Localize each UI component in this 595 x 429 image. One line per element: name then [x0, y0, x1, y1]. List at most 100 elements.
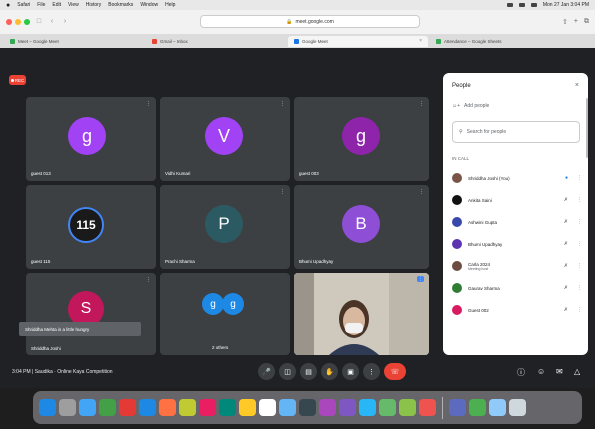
participant-tile[interactable]: B ⋮ Bhumi Upadhyay	[294, 185, 429, 269]
participant-tile[interactable]: P ⋮ Prachi Sharma	[160, 185, 290, 269]
dock-app-icon[interactable]	[419, 399, 436, 416]
menu-item-edit[interactable]: Edit	[52, 2, 61, 8]
menu-item-bookmarks[interactable]: Bookmarks	[108, 2, 133, 8]
participant-tile[interactable]: g ⋮ guest 013	[26, 97, 156, 181]
dock-app-icon[interactable]	[449, 399, 466, 416]
dock-app-icon[interactable]	[359, 399, 376, 416]
dock-app-icon[interactable]	[509, 399, 526, 416]
more-options-icon[interactable]: ⋮	[146, 277, 151, 283]
forward-icon[interactable]: ›	[61, 18, 69, 26]
add-people-button[interactable]: ☺+ Add people	[452, 103, 489, 109]
more-options-icon[interactable]: ⋮	[146, 101, 151, 107]
minimize-window-button[interactable]	[15, 19, 21, 25]
dock-app-icon[interactable]	[319, 399, 336, 416]
more-options-icon[interactable]: ⋮	[577, 307, 582, 313]
participant-row[interactable]: Ashwini Gupta ✗ ⋮	[452, 215, 582, 229]
close-window-button[interactable]	[6, 19, 12, 25]
activities-icon[interactable]: △	[574, 367, 580, 376]
participant-name: Bhumi Upadhyay	[299, 259, 334, 264]
menu-item-view[interactable]: View	[68, 2, 79, 8]
mic-off-icon: ✗	[563, 241, 568, 247]
dock-app-icon[interactable]	[489, 399, 506, 416]
dock-app-icon[interactable]	[279, 399, 296, 416]
more-options-icon[interactable]: ⋮	[419, 189, 424, 195]
dock-app-icon[interactable]	[239, 399, 256, 416]
close-tab-icon[interactable]: ×	[419, 38, 422, 44]
tab-overview-icon[interactable]: ⧉	[584, 18, 589, 26]
others-tile[interactable]: g g 2 others	[160, 273, 290, 355]
sidebar-icon[interactable]: □	[35, 18, 43, 26]
more-options-icon[interactable]: ⋮	[577, 197, 582, 203]
search-icon[interactable]	[530, 3, 537, 7]
more-options-button[interactable]: ⋮	[363, 363, 380, 380]
participant-row[interactable]: Bhumi Upadhyay ✗ ⋮	[452, 237, 582, 251]
close-icon[interactable]: ×	[575, 82, 579, 89]
dock-app-icon[interactable]	[219, 399, 236, 416]
more-options-icon[interactable]: ⋮	[577, 263, 582, 269]
participant-row[interactable]: Ankita Saini ✗ ⋮	[452, 193, 582, 207]
menu-item-file[interactable]: File	[37, 2, 45, 8]
more-options-icon[interactable]: ⋮	[280, 189, 285, 195]
menu-item-history[interactable]: History	[86, 2, 102, 8]
dock-app-icon[interactable]	[159, 399, 176, 416]
tab-3[interactable]: Attendance – Google Sheets	[430, 36, 580, 47]
dock-app-icon[interactable]	[339, 399, 356, 416]
dock-app-icon[interactable]	[119, 399, 136, 416]
dock-app-icon[interactable]	[259, 399, 276, 416]
raise-hand-button[interactable]: ✋	[321, 363, 338, 380]
dock-app-icon[interactable]	[379, 399, 396, 416]
participant-row[interactable]: Carla 2024 Meeting host ✗ ⋮	[452, 259, 582, 273]
menu-item-help[interactable]: Help	[165, 2, 175, 8]
chat-icon[interactable]: ✉	[556, 367, 563, 376]
mic-button[interactable]: 🎤	[258, 363, 275, 380]
camera-button[interactable]: ◫	[279, 363, 296, 380]
tab-1[interactable]: Gmail – Inbox	[146, 36, 286, 47]
present-button[interactable]: ▣	[342, 363, 359, 380]
search-people-input[interactable]: ⚲ Search for people	[452, 121, 580, 143]
more-options-icon[interactable]: ⋮	[419, 101, 424, 107]
more-options-icon[interactable]: ⋮	[577, 241, 582, 247]
apple-icon[interactable]: ●	[6, 2, 10, 9]
address-bar[interactable]: 🔒 meet.google.com	[200, 15, 420, 28]
more-options-icon[interactable]: ⋮	[577, 285, 582, 291]
dock-app-icon[interactable]	[59, 399, 76, 416]
more-options-icon[interactable]: ⋮	[280, 101, 285, 107]
participant-row[interactable]: Gaurav Sharma ✗ ⋮	[452, 281, 582, 295]
pin-icon[interactable]: ⋮	[417, 276, 424, 282]
macos-menubar: ● Safari File Edit View History Bookmark…	[0, 0, 595, 10]
participant-row[interactable]: Shriddha Joshi (You) ● ⋮	[452, 171, 582, 185]
new-tab-icon[interactable]: +	[574, 18, 578, 26]
info-icon[interactable]: ⓘ	[517, 367, 525, 378]
dock-app-icon[interactable]	[299, 399, 316, 416]
menubar-clock[interactable]: Mon 27 Jan 3:04 PM	[543, 2, 589, 8]
end-call-button[interactable]: ☏	[384, 363, 406, 380]
self-video-tile[interactable]: ⋮	[294, 273, 429, 355]
dock-app-icon[interactable]	[469, 399, 486, 416]
participant-tile[interactable]: S ⋮ Shriddha Joshi	[26, 273, 156, 355]
participant-tile[interactable]: g ⋮ guest 003	[294, 97, 429, 181]
people-icon[interactable]: ☺	[537, 367, 545, 376]
dock-app-icon[interactable]	[139, 399, 156, 416]
tab-0[interactable]: Meet – Google Meet	[4, 36, 144, 47]
wifi-icon[interactable]	[518, 3, 525, 7]
battery-icon[interactable]	[506, 3, 513, 7]
dock-app-icon[interactable]	[39, 399, 56, 416]
participant-tile[interactable]: 115 guest 115	[26, 185, 156, 269]
share-icon[interactable]: ⇧	[562, 18, 568, 26]
dock-app-icon[interactable]	[79, 399, 96, 416]
dock-app-icon[interactable]	[99, 399, 116, 416]
back-icon[interactable]: ‹	[48, 18, 56, 26]
more-options-icon[interactable]: ⋮	[577, 175, 582, 181]
tab-2-active[interactable]: Google Meet ×	[288, 35, 428, 47]
captions-button[interactable]: ▤	[300, 363, 317, 380]
menu-item-safari[interactable]: Safari	[17, 2, 30, 8]
dock-app-icon[interactable]	[199, 399, 216, 416]
dock-app-icon[interactable]	[399, 399, 416, 416]
more-options-icon[interactable]: ⋮	[577, 219, 582, 225]
panel-scrollbar[interactable]	[586, 98, 588, 158]
dock-app-icon[interactable]	[179, 399, 196, 416]
participant-tile[interactable]: V ⋮ Vidhi Kumari	[160, 97, 290, 181]
menu-item-window[interactable]: Window	[140, 2, 158, 8]
zoom-window-button[interactable]	[24, 19, 30, 25]
participant-row[interactable]: Guest 002 ✗ ⋮	[452, 303, 582, 317]
